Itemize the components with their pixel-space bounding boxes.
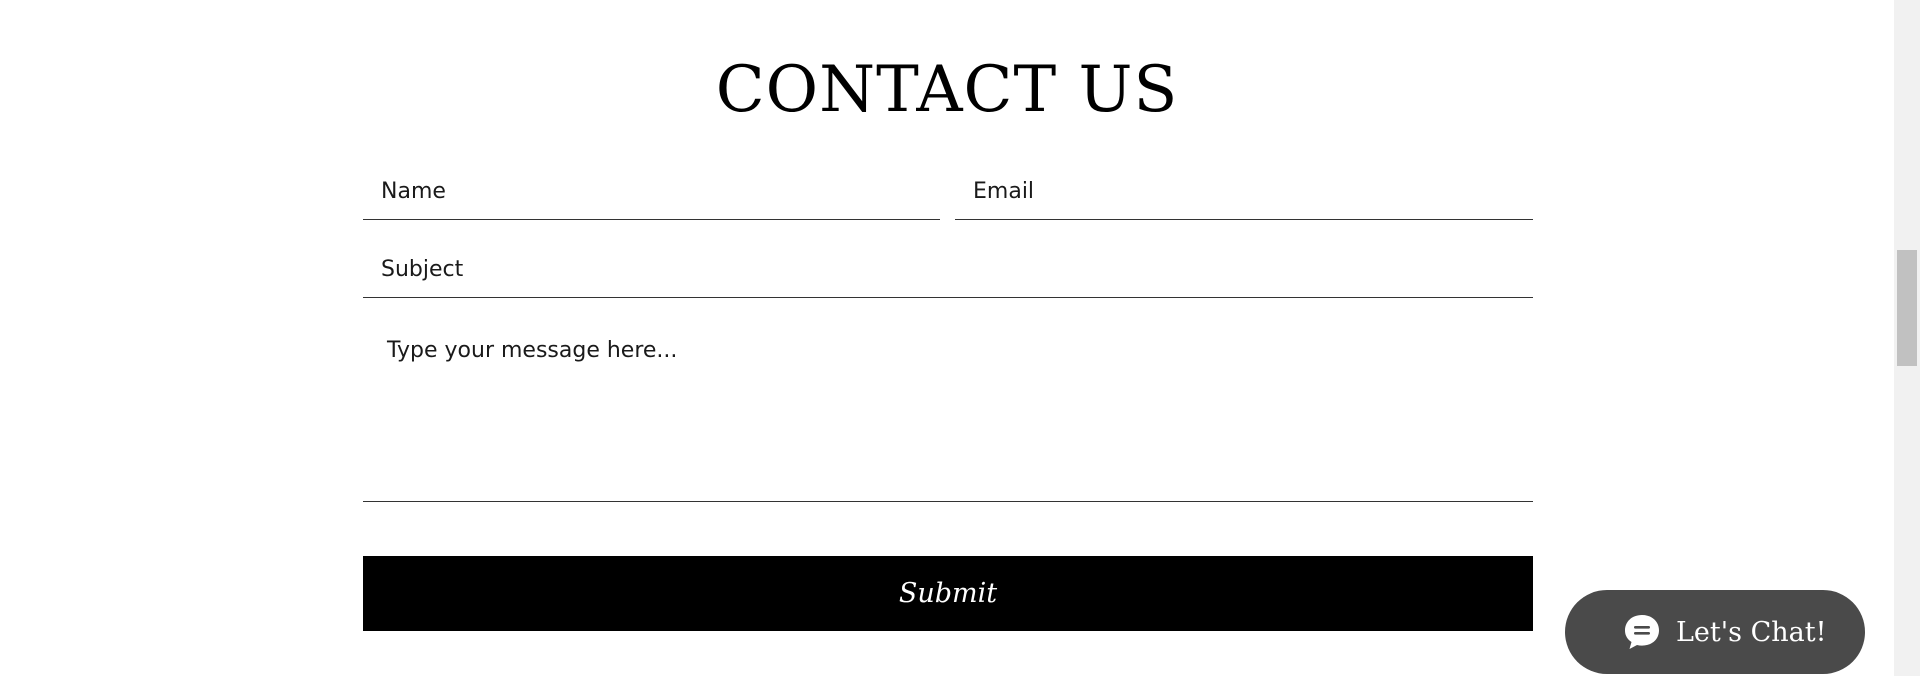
chat-label: Let's Chat!: [1676, 616, 1827, 648]
subject-field[interactable]: [363, 242, 1533, 298]
chat-button[interactable]: Let's Chat!: [1565, 590, 1865, 674]
submit-button[interactable]: Submit: [363, 556, 1533, 631]
contact-page: CONTACT US Submit: [0, 0, 1894, 676]
page-title: CONTACT US: [715, 53, 1179, 127]
message-field[interactable]: [363, 318, 1533, 502]
email-field[interactable]: [955, 164, 1533, 220]
scrollbar-thumb[interactable]: [1897, 250, 1917, 366]
name-field[interactable]: [363, 164, 940, 220]
chat-bubble-icon: [1622, 612, 1662, 652]
